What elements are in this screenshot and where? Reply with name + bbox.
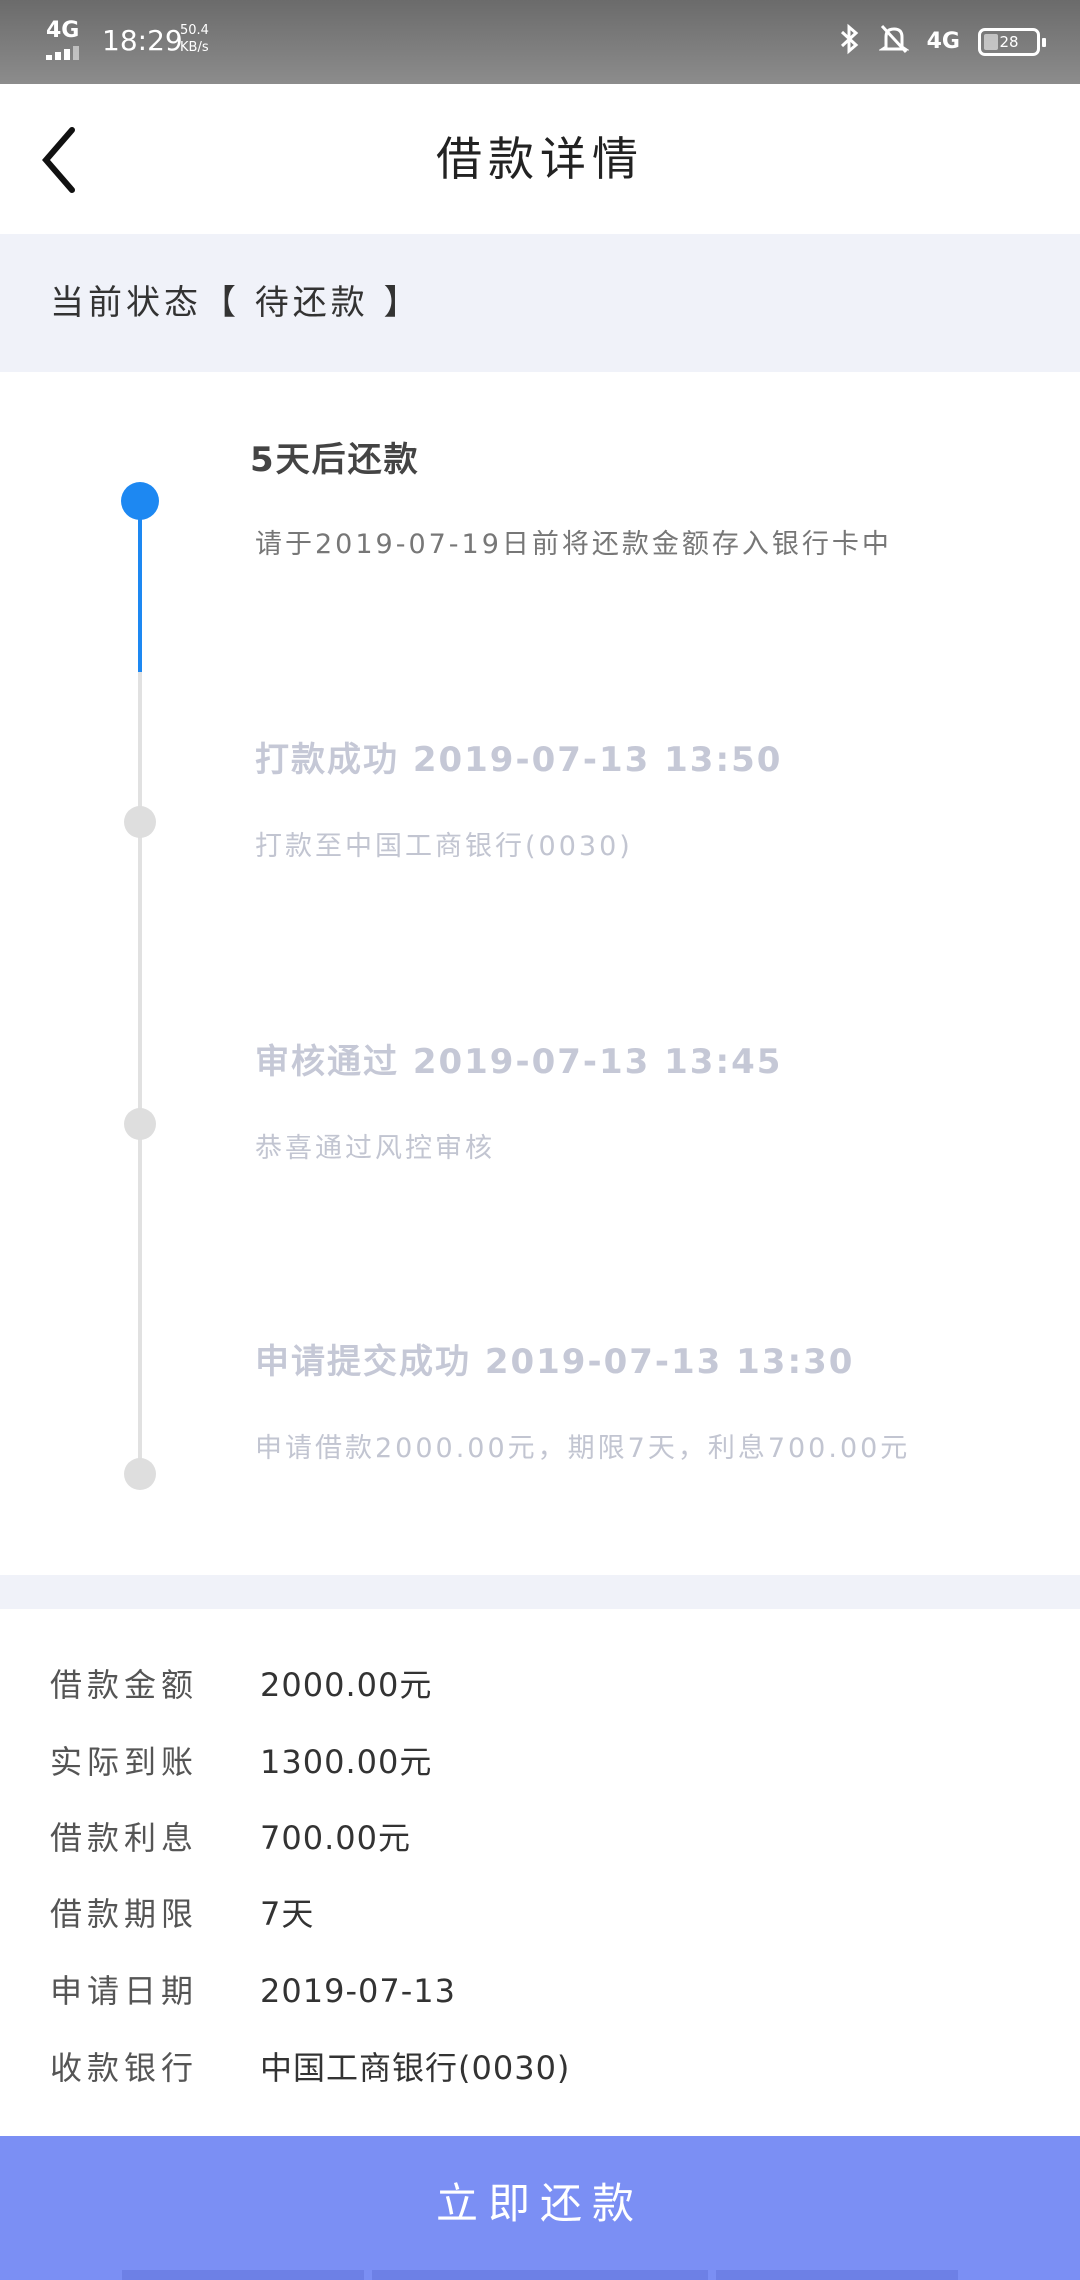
clock: 18:29 bbox=[102, 24, 183, 57]
battery-icon: 28 bbox=[978, 28, 1046, 56]
nav-bar: 借款详情 bbox=[0, 84, 1080, 234]
mute-bell-icon bbox=[877, 23, 910, 61]
status-strip: 当前状态【 待还款 】 bbox=[0, 234, 1080, 372]
chevron-left-icon bbox=[42, 127, 75, 193]
status-bar: 4G 18:29 50.4 KB/s 4G 28 bbox=[0, 0, 1080, 84]
timeline-dot bbox=[124, 1458, 156, 1490]
timeline-step-title: 审核通过 2019-07-13 13:45 bbox=[255, 1042, 783, 1082]
detail-label: 实际到账 bbox=[50, 1743, 199, 1781]
network-speed-value: 50.4 bbox=[180, 23, 209, 38]
detail-row: 借款期限 7天 bbox=[50, 1879, 314, 1949]
timeline-step-desc: 打款至中国工商银行(0030) bbox=[255, 831, 633, 862]
detail-row: 借款利息 700.00元 bbox=[50, 1803, 411, 1873]
detail-row: 实际到账 1300.00元 bbox=[50, 1727, 432, 1797]
timeline-step-desc: 请于2019-07-19日前将还款金额存入银行卡中 bbox=[255, 529, 892, 560]
detail-row: 收款银行 中国工商银行(0030) bbox=[50, 2033, 570, 2103]
detail-value: 中国工商银行(0030) bbox=[260, 2049, 571, 2087]
timeline-line-active bbox=[138, 502, 142, 672]
detail-label: 申请日期 bbox=[50, 1972, 199, 2010]
progress-timeline: 5天后还款 请于2019-07-19日前将还款金额存入银行卡中 打款成功 201… bbox=[0, 372, 1080, 1575]
bluetooth-icon bbox=[839, 23, 861, 61]
battery-level: 28 bbox=[999, 33, 1019, 51]
network-speed-unit: KB/s bbox=[180, 40, 209, 55]
timeline-dot-current bbox=[121, 482, 159, 520]
timeline-step-title: 申请提交成功 2019-07-13 13:30 bbox=[255, 1342, 855, 1382]
detail-value: 7天 bbox=[260, 1895, 315, 1933]
network-speed: 50.4 KB/s bbox=[180, 22, 209, 56]
bottom-tab-indicator bbox=[372, 2270, 708, 2280]
bottom-tab-indicator bbox=[716, 2270, 958, 2280]
detail-row: 申请日期 2019-07-13 bbox=[50, 1956, 456, 2026]
timeline-step-desc: 恭喜通过风控审核 bbox=[255, 1133, 495, 1164]
detail-value: 700.00元 bbox=[260, 1819, 411, 1857]
detail-label: 借款金额 bbox=[50, 1666, 199, 1704]
network-type: 4G bbox=[46, 18, 80, 43]
loan-details: 借款金额 2000.00元 实际到账 1300.00元 借款利息 700.00元 借款… bbox=[0, 1609, 1080, 2139]
detail-label: 收款银行 bbox=[50, 2049, 199, 2087]
detail-row: 借款金额 2000.00元 bbox=[50, 1650, 432, 1720]
network-type-right: 4G bbox=[926, 29, 960, 54]
section-divider bbox=[0, 1575, 1080, 1609]
timeline-step-title: 打款成功 2019-07-13 13:50 bbox=[255, 740, 783, 780]
detail-label: 借款期限 bbox=[50, 1895, 199, 1933]
repay-now-button[interactable]: 立即还款 bbox=[0, 2136, 1080, 2280]
status-icons: 4G 28 bbox=[839, 20, 1046, 64]
signal-icon bbox=[46, 44, 90, 60]
page-title: 借款详情 bbox=[436, 132, 644, 186]
detail-value: 2019-07-13 bbox=[260, 1972, 456, 2010]
back-button[interactable] bbox=[30, 120, 110, 200]
timeline-dot bbox=[124, 806, 156, 838]
loan-status: 当前状态【 待还款 】 bbox=[50, 283, 422, 323]
detail-value: 2000.00元 bbox=[260, 1666, 433, 1704]
detail-value: 1300.00元 bbox=[260, 1743, 433, 1781]
timeline-step-desc: 申请借款2000.00元，期限7天，利息700.00元 bbox=[255, 1433, 911, 1464]
detail-label: 借款利息 bbox=[50, 1819, 199, 1857]
bottom-tab-indicator bbox=[122, 2270, 364, 2280]
timeline-dot bbox=[124, 1108, 156, 1140]
timeline-step-title: 5天后还款 bbox=[250, 440, 420, 480]
